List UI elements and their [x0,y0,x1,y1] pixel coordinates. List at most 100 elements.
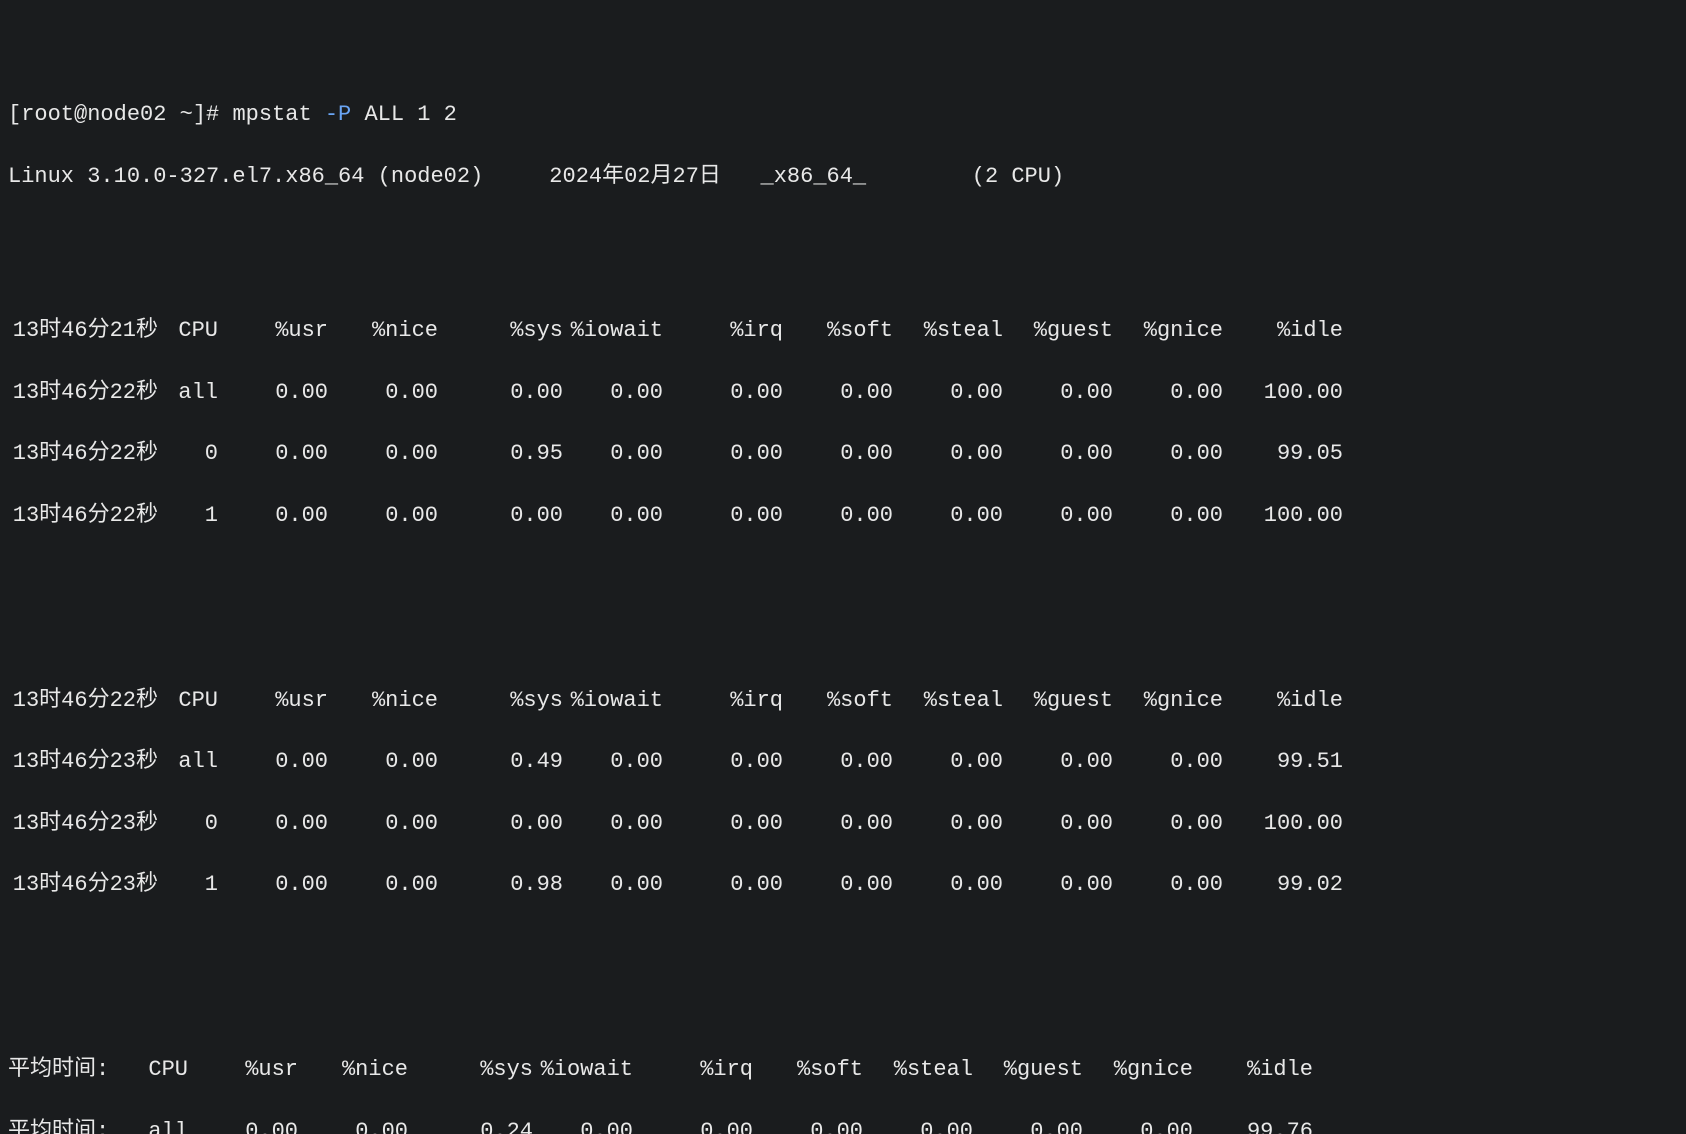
cell-guest: 0.00 [1003,809,1113,840]
col-time: 13时46分22秒 [8,686,158,717]
cell-steal: 0.00 [893,501,1003,532]
cell-time: 平均时间: [8,1117,128,1134]
mpstat-data-row: 13时46分22秒all0.000.000.000.000.000.000.00… [8,378,1678,409]
col-usr: %usr [218,316,328,347]
cell-soft: 0.00 [753,1117,863,1134]
cell-gnice: 0.00 [1113,439,1223,470]
mpstat-block-2: 13时46分22秒CPU%usr%nice%sys%iowait%irq%sof… [8,655,1678,932]
cell-cpu: 1 [158,501,218,532]
mpstat-data-row: 13时46分23秒all0.000.000.490.000.000.000.00… [8,747,1678,778]
col-idle: %idle [1193,1055,1313,1086]
cell-sys: 0.49 [438,747,563,778]
command-flag: -P [325,102,351,127]
cell-guest: 0.00 [1003,439,1113,470]
cell-steal: 0.00 [893,747,1003,778]
cell-irq: 0.00 [663,501,783,532]
col-cpu: CPU [128,1055,188,1086]
cell-steal: 0.00 [863,1117,973,1134]
cell-nice: 0.00 [328,870,438,901]
cell-sys: 0.00 [438,809,563,840]
col-sys: %sys [438,316,563,347]
col-iowait: %iowait [533,1055,633,1086]
mpstat-header-row: 13时46分22秒CPU%usr%nice%sys%iowait%irq%sof… [8,686,1678,717]
cell-irq: 0.00 [633,1117,753,1134]
col-gnice: %gnice [1083,1055,1193,1086]
cell-cpu: 1 [158,870,218,901]
cell-sys: 0.00 [438,378,563,409]
col-usr: %usr [218,686,328,717]
system-info-line: Linux 3.10.0-327.el7.x86_64 (node02) 202… [8,162,1678,193]
cell-soft: 0.00 [783,378,893,409]
mpstat-data-row: 13时46分23秒10.000.000.980.000.000.000.000.… [8,870,1678,901]
col-usr: %usr [188,1055,298,1086]
cell-time: 13时46分22秒 [8,378,158,409]
cell-steal: 0.00 [893,809,1003,840]
cell-irq: 0.00 [663,747,783,778]
cell-irq: 0.00 [663,809,783,840]
col-steal: %steal [893,686,1003,717]
col-cpu: CPU [158,686,218,717]
col-time: 13时46分21秒 [8,316,158,347]
col-iowait: %iowait [563,686,663,717]
cell-irq: 0.00 [663,439,783,470]
col-gnice: %gnice [1113,316,1223,347]
cell-nice: 0.00 [328,501,438,532]
cell-cpu: 0 [158,809,218,840]
col-nice: %nice [328,316,438,347]
cell-usr: 0.00 [218,378,328,409]
cell-usr: 0.00 [218,809,328,840]
cell-idle: 100.00 [1223,378,1343,409]
cell-soft: 0.00 [783,747,893,778]
cell-gnice: 0.00 [1113,809,1223,840]
mpstat-data-row: 13时46分22秒00.000.000.950.000.000.000.000.… [8,439,1678,470]
col-idle: %idle [1223,316,1343,347]
mpstat-data-row: 13时46分22秒10.000.000.000.000.000.000.000.… [8,501,1678,532]
cell-soft: 0.00 [783,501,893,532]
command-name: mpstat [232,102,324,127]
cell-nice: 0.00 [298,1117,408,1134]
cell-time: 13时46分22秒 [8,439,158,470]
cell-guest: 0.00 [973,1117,1083,1134]
cell-sys: 0.00 [438,501,563,532]
cell-guest: 0.00 [1003,747,1113,778]
cell-guest: 0.00 [1003,501,1113,532]
col-soft: %soft [783,316,893,347]
shell-prompt: [root@node02 ~]# [8,102,232,127]
cell-nice: 0.00 [328,747,438,778]
cell-iowait: 0.00 [563,378,663,409]
cell-gnice: 0.00 [1113,747,1223,778]
command-args: ALL 1 2 [351,102,457,127]
cell-usr: 0.00 [218,870,328,901]
cell-gnice: 0.00 [1113,378,1223,409]
col-soft: %soft [783,686,893,717]
mpstat-average-block: 平均时间:CPU%usr%nice%sys%iowait%irq%soft%st… [8,1024,1678,1134]
cell-idle: 100.00 [1223,809,1343,840]
cell-sys: 0.98 [438,870,563,901]
cell-idle: 100.00 [1223,501,1343,532]
cell-soft: 0.00 [783,870,893,901]
cell-steal: 0.00 [893,378,1003,409]
cell-time: 13时46分23秒 [8,870,158,901]
cell-usr: 0.00 [218,747,328,778]
cell-gnice: 0.00 [1083,1117,1193,1134]
col-steal: %steal [863,1055,973,1086]
cell-time: 13时46分23秒 [8,747,158,778]
cell-usr: 0.00 [218,501,328,532]
col-irq: %irq [663,316,783,347]
cell-iowait: 0.00 [563,870,663,901]
col-nice: %nice [298,1055,408,1086]
col-irq: %irq [633,1055,753,1086]
mpstat-header-row: 13时46分21秒CPU%usr%nice%sys%iowait%irq%sof… [8,316,1678,347]
mpstat-data-row: 平均时间:all0.000.000.240.000.000.000.000.00… [8,1117,1678,1134]
cell-steal: 0.00 [893,439,1003,470]
cell-guest: 0.00 [1003,378,1113,409]
cell-usr: 0.00 [188,1117,298,1134]
cell-soft: 0.00 [783,809,893,840]
cell-sys: 0.24 [408,1117,533,1134]
cell-nice: 0.00 [328,809,438,840]
cell-cpu: all [158,378,218,409]
mpstat-header-row: 平均时间:CPU%usr%nice%sys%iowait%irq%soft%st… [8,1055,1678,1086]
mpstat-block-1: 13时46分21秒CPU%usr%nice%sys%iowait%irq%sof… [8,285,1678,562]
cell-iowait: 0.00 [563,501,663,532]
cell-steal: 0.00 [893,870,1003,901]
